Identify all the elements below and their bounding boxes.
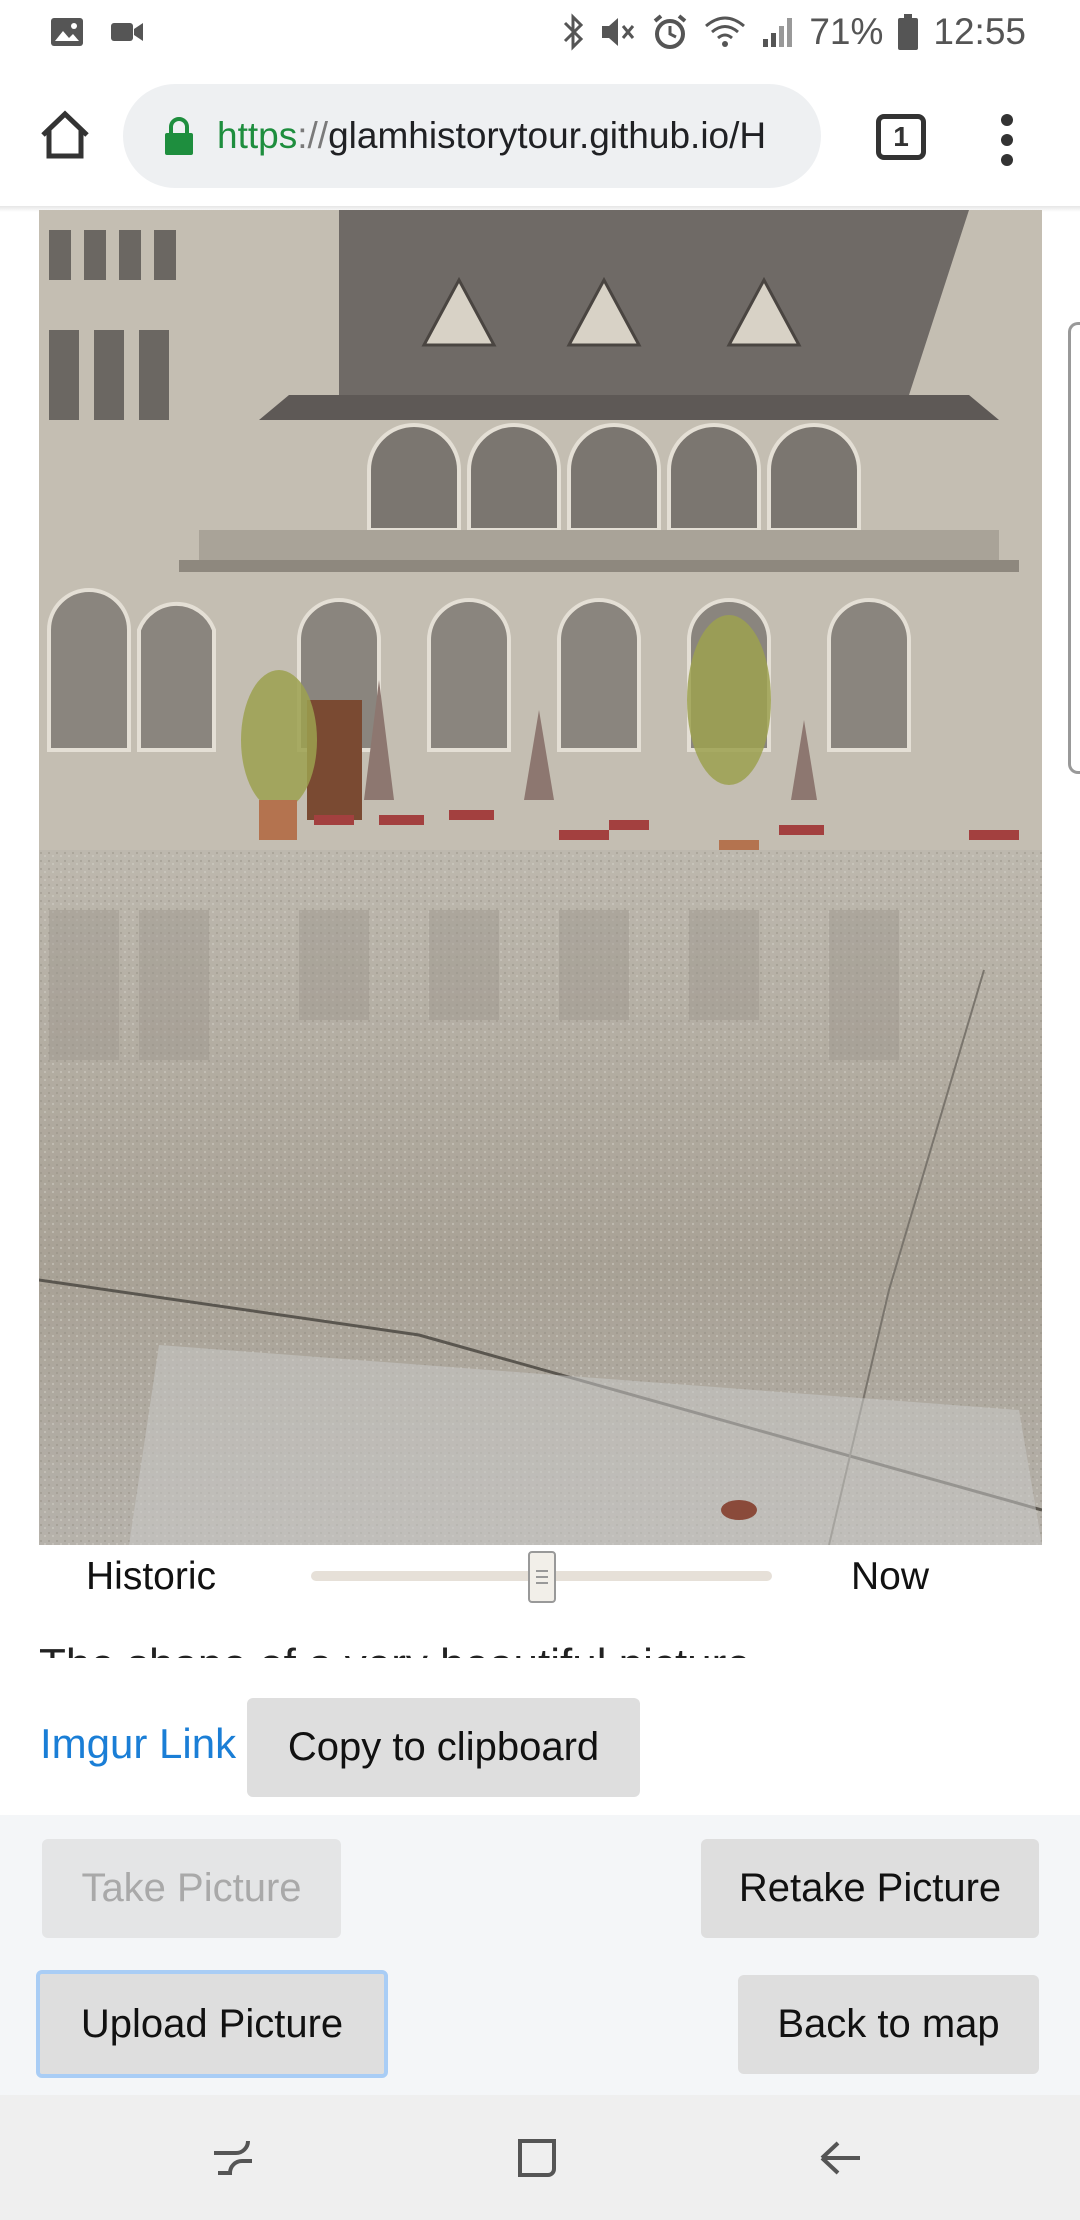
page-scroll-handle[interactable] bbox=[1068, 322, 1080, 774]
take-picture-button[interactable]: Take Picture bbox=[42, 1839, 341, 1938]
browser-page: 71% 12:55 https://glamhistorytour.github… bbox=[0, 0, 1080, 2220]
description-text-clipped: The shape of a very beautiful picture bbox=[39, 1640, 751, 1658]
home-icon[interactable] bbox=[38, 108, 92, 162]
url-separator: :// bbox=[297, 115, 329, 156]
system-nav-bar bbox=[0, 2095, 1080, 2220]
url-scheme: https bbox=[217, 115, 298, 156]
copy-to-clipboard-button[interactable]: Copy to clipboard bbox=[247, 1698, 640, 1797]
comparison-slider-thumb[interactable] bbox=[527, 1551, 556, 1603]
comparison-slider-row: Historic Now bbox=[0, 1545, 1080, 1615]
battery-percent: 71% bbox=[809, 11, 884, 52]
building-photo bbox=[39, 210, 1042, 1545]
back-nav-icon[interactable] bbox=[816, 2133, 866, 2183]
share-row: Imgur Link Copy to clipboard bbox=[0, 1698, 1080, 1798]
status-bar: 71% 12:55 bbox=[0, 0, 1080, 64]
upload-picture-button[interactable]: Upload Picture bbox=[36, 1970, 388, 2078]
retake-picture-button[interactable]: Retake Picture bbox=[701, 1839, 1039, 1938]
image-icon bbox=[51, 18, 83, 46]
tab-switcher-button[interactable]: 1 bbox=[876, 114, 926, 160]
url-host-path: glamhistorytour.github.io/H bbox=[328, 115, 767, 156]
description-text: The shape of a very beautiful picture bbox=[39, 1622, 1042, 1658]
imgur-link[interactable]: Imgur Link bbox=[40, 1720, 236, 1768]
address-bar[interactable]: https://glamhistorytour.github.io/H bbox=[123, 84, 821, 188]
overflow-menu-icon[interactable] bbox=[990, 110, 1024, 170]
wifi-icon bbox=[705, 16, 746, 47]
comparison-image[interactable] bbox=[39, 210, 1042, 1545]
signal-icon bbox=[763, 18, 793, 47]
now-label: Now bbox=[851, 1555, 930, 1598]
video-icon bbox=[111, 23, 143, 41]
lock-icon bbox=[165, 117, 193, 155]
url-text[interactable]: https://glamhistorytour.github.io/H bbox=[217, 115, 766, 157]
historic-label: Historic bbox=[86, 1555, 217, 1598]
tab-count: 1 bbox=[893, 121, 909, 152]
alarm-icon bbox=[654, 14, 687, 49]
recent-apps-icon[interactable] bbox=[208, 2133, 258, 2183]
clock: 12:55 bbox=[933, 11, 1026, 52]
home-nav-icon[interactable] bbox=[512, 2133, 562, 2183]
bluetooth-icon bbox=[564, 13, 584, 51]
browser-toolbar: https://glamhistorytour.github.io/H 1 bbox=[0, 64, 1080, 210]
mute-icon bbox=[602, 18, 635, 46]
back-to-map-button[interactable]: Back to map bbox=[738, 1975, 1039, 2074]
battery-icon bbox=[898, 14, 919, 50]
action-panel: Take Picture Retake Picture Upload Pictu… bbox=[0, 1815, 1080, 2095]
